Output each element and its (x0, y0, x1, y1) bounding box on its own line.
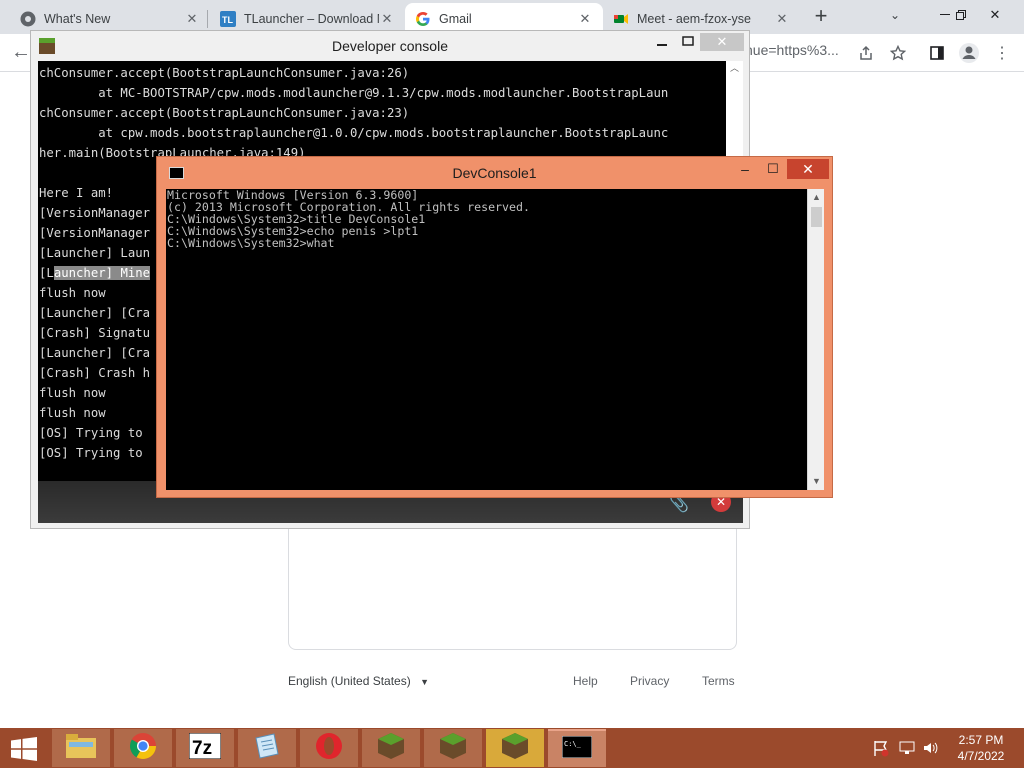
notepad-button[interactable] (238, 729, 296, 767)
taskbar: 7z C:\_ 2:57 PM 4/7/2022 (0, 728, 1024, 768)
chevron-down-icon[interactable]: ⌄ (890, 8, 900, 22)
chrome-button[interactable] (114, 729, 172, 767)
caret-down-icon: ▼ (420, 677, 429, 687)
language-label: English (United States) (288, 674, 411, 688)
7zip-icon: 7z (188, 732, 222, 764)
browser-tab-bar: What's New ✕ TL TLauncher – Download M ✕… (0, 0, 1024, 34)
window-close-button[interactable]: ✕ (978, 0, 1012, 30)
share-icon[interactable] (853, 40, 879, 66)
minecraft-icon (500, 731, 530, 766)
minecraft-button-2[interactable] (424, 729, 482, 767)
file-explorer-button[interactable] (52, 729, 110, 767)
7zip-button[interactable]: 7z (176, 729, 234, 767)
meet-icon (613, 11, 629, 27)
cmd-button[interactable]: C:\_ (548, 729, 606, 767)
windows-start-icon[interactable] (10, 737, 38, 761)
bookmark-star-icon[interactable] (885, 40, 911, 66)
kebab-menu-icon[interactable]: ⋮ (989, 40, 1015, 66)
cmd-window: DevConsole1 – ☐ ✕ Microsoft Windows [Ver… (156, 156, 833, 498)
maximize-button[interactable]: ☐ (760, 161, 786, 179)
scroll-down-icon[interactable]: ▼ (808, 473, 825, 490)
window-title: DevConsole1 (452, 165, 537, 181)
opera-icon (315, 732, 343, 765)
privacy-link[interactable]: Privacy (630, 674, 669, 688)
tab-title: TLauncher – Download M (244, 11, 379, 26)
tab-title: Meet - aem-fzox-yse (637, 11, 751, 26)
close-button[interactable]: ✕ (787, 159, 829, 179)
clock[interactable]: 2:57 PM 4/7/2022 (950, 732, 1012, 764)
minecraft-button-1[interactable] (362, 729, 420, 767)
scroll-thumb[interactable] (811, 207, 822, 227)
terminal-line: C:\Windows\System32>what (167, 236, 335, 250)
chrome-icon (20, 11, 36, 27)
signin-card (288, 525, 737, 650)
maximize-button[interactable] (677, 33, 699, 51)
tab-title: Gmail (439, 11, 472, 26)
svg-text:7z: 7z (192, 738, 212, 759)
new-tab-button[interactable]: + (810, 5, 832, 28)
volume-icon[interactable] (922, 728, 940, 768)
notepad-icon (252, 732, 282, 765)
tab-separator (207, 10, 208, 28)
clock-date: 4/7/2022 (957, 749, 1005, 763)
cmd-icon: C:\_ (561, 735, 593, 763)
action-center-flag-icon[interactable] (872, 728, 890, 768)
terminal-screen[interactable]: Microsoft Windows [Version 6.3.9600] (c) … (166, 189, 807, 490)
network-icon[interactable] (898, 728, 916, 768)
window-title: Developer console (332, 38, 448, 54)
file-explorer-icon (65, 732, 97, 765)
scrollbar[interactable]: ▲ ▼ (807, 189, 824, 490)
svg-text:C:\_: C:\_ (564, 740, 582, 748)
clock-time: 2:57 PM (958, 733, 1004, 747)
console-line: at cpw.mods.bootstraplauncher@1.0.0/cpw.… (39, 126, 669, 140)
close-button[interactable]: ✕ (700, 33, 744, 51)
svg-text:TL: TL (222, 15, 233, 25)
terminal-text: Microsoft Windows [Version 6.3.9600] (c) … (167, 189, 530, 249)
terms-link[interactable]: Terms (702, 674, 735, 688)
close-icon[interactable]: ✕ (184, 11, 200, 27)
address-bar-url[interactable]: nue=https%3... (745, 42, 839, 58)
console-line: chConsumer.accept(BootstrapLaunchConsume… (39, 106, 410, 120)
minimize-button[interactable] (651, 33, 673, 51)
help-link[interactable]: Help (573, 674, 598, 688)
tab-title: What's New (44, 11, 111, 26)
chrome-icon (129, 732, 157, 765)
profile-avatar-icon[interactable] (956, 40, 982, 66)
google-icon (415, 11, 431, 27)
scroll-up-icon[interactable]: ︿ (726, 61, 743, 74)
close-icon[interactable]: ✕ (379, 11, 395, 27)
minecraft-button-3[interactable] (486, 729, 544, 767)
window-restore-button[interactable] (944, 0, 978, 30)
minecraft-icon (438, 731, 468, 766)
language-selector[interactable]: English (United States) ▼ (288, 674, 429, 688)
minimize-button[interactable]: – (732, 161, 758, 179)
scroll-up-icon[interactable]: ▲ (808, 189, 825, 206)
tlauncher-icon: TL (220, 10, 236, 27)
close-icon[interactable]: ✕ (577, 11, 593, 27)
minecraft-icon (376, 731, 406, 766)
side-panel-icon[interactable] (924, 40, 950, 66)
console-line: chConsumer.accept(BootstrapLaunchConsume… (39, 66, 410, 80)
close-icon[interactable]: ✕ (774, 11, 790, 27)
console-line: at MC-BOOTSTRAP/cpw.mods.modlauncher@9.1… (39, 86, 669, 100)
opera-button[interactable] (300, 729, 358, 767)
